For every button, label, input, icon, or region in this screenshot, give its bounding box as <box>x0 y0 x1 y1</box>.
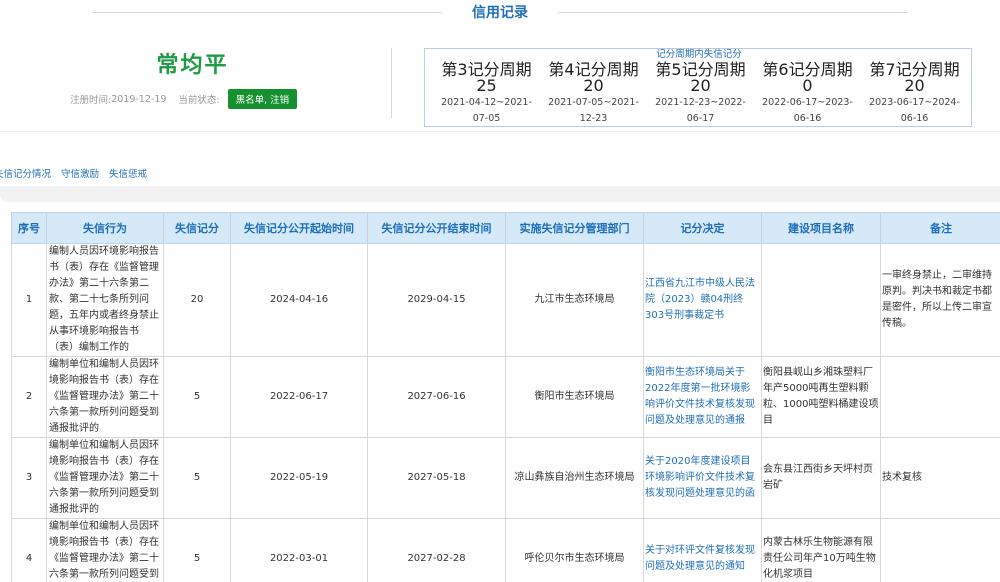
cell-behavior: 编制单位和编制人员因环境影响报告书（表）存在《监督管理办法》第二十六条第一款所列… <box>46 518 164 582</box>
cell-end: 2027-05-18 <box>367 437 506 519</box>
col-header-project: 建设项目名称 <box>761 212 881 244</box>
tab-bar: 失信记分情况 守信激励 失信惩戒 <box>0 166 157 180</box>
col-header-decision: 记分决定 <box>643 212 762 244</box>
person-meta: 注册时间: 2019-12-19 当前状态: 黑名单, 注销 <box>70 89 298 109</box>
period-item: 第7记分周期 20 2023-06-17~2024-06-16 <box>861 61 968 127</box>
cell-dept: 凉山彝族自治州生态环境局 <box>505 437 644 519</box>
vertical-divider <box>391 48 392 118</box>
section-header: 信用记录 <box>0 0 1000 26</box>
cell-decision-link[interactable]: 衡阳市生态环境局关于2022年度第一批环境影响评价文件技术复核发现问题及处理意见… <box>643 356 762 438</box>
cell-start: 2022-06-17 <box>230 356 368 438</box>
cell-note <box>880 518 1000 582</box>
cell-project <box>761 243 881 357</box>
separator <box>0 131 1000 132</box>
register-label: 注册时间: <box>70 95 112 106</box>
period-range: 2022-06-17~2023-06-16 <box>762 97 853 124</box>
period-range: 2021-04-12~2021-07-05 <box>441 97 532 124</box>
cell-decision-link[interactable]: 江西省九江市中级人民法院（2023）赣04刑终303号刑事裁定书 <box>643 243 762 357</box>
section-title: 信用记录 <box>472 5 528 21</box>
period-item: 第5记分周期 20 2021-12-23~2022-06-17 <box>647 61 754 127</box>
table-row: 3 编制单位和编制人员因环境影响报告书（表）存在《监督管理办法》第二十六条第一款… <box>11 437 1000 519</box>
cell-end: 2027-02-28 <box>367 518 506 582</box>
tab-incentives[interactable]: 守信激励 <box>61 166 99 180</box>
cell-start: 2024-04-16 <box>230 243 368 357</box>
cell-no: 3 <box>11 437 47 519</box>
period-range: 2021-12-23~2022-06-17 <box>655 97 746 124</box>
col-header-note: 备注 <box>880 212 1000 244</box>
cell-no: 1 <box>11 243 47 357</box>
cell-behavior: 编制人员因环境影响报告书（表）存在《监督管理办法》第二十六条第二款、第二十七条所… <box>46 243 164 357</box>
cell-note: 一审终身禁止，二审维持原判。判决书和裁定书都是密件，所以上传二审宣传稿。 <box>880 243 1000 357</box>
period-item: 第6记分周期 0 2022-06-17~2023-06-16 <box>754 61 861 127</box>
period-score: 20 <box>583 76 604 95</box>
col-header-no: 序号 <box>11 212 47 244</box>
cell-start: 2022-03-01 <box>230 518 368 582</box>
cell-behavior: 编制单位和编制人员因环境影响报告书（表）存在《监督管理办法》第二十六条第一款所列… <box>46 356 164 438</box>
tab-content-band <box>0 186 1000 202</box>
cell-behavior: 编制单位和编制人员因环境影响报告书（表）存在《监督管理办法》第二十六条第一款所列… <box>46 437 164 519</box>
cell-note <box>880 356 1000 438</box>
table-row: 1 编制人员因环境影响报告书（表）存在《监督管理办法》第二十六条第二款、第二十七… <box>11 243 1000 357</box>
cell-score: 5 <box>163 437 231 519</box>
period-legend-text: 记分周期内失信记分 <box>652 49 746 60</box>
score-table-container: 序号 失信行为 失信记分 失信记分公开起始时间 失信记分公开结束时间 实施失信记… <box>11 212 1000 582</box>
cell-end: 2027-06-16 <box>367 356 506 438</box>
person-name: 常均平 <box>156 53 229 78</box>
period-range: 2021-07-05~2021-12-23 <box>548 97 639 124</box>
col-header-behavior: 失信行为 <box>46 212 164 244</box>
cell-dept: 九江市生态环境局 <box>505 243 644 357</box>
table-row: 4 编制单位和编制人员因环境影响报告书（表）存在《监督管理办法》第二十六条第一款… <box>11 518 1000 582</box>
period-score: 25 <box>476 76 497 95</box>
col-header-start: 失信记分公开起始时间 <box>230 212 368 244</box>
status-label: 当前状态: <box>178 95 220 106</box>
cell-start: 2022-05-19 <box>230 437 368 519</box>
table-row: 2 编制单位和编制人员因环境影响报告书（表）存在《监督管理办法》第二十六条第一款… <box>11 356 1000 438</box>
period-score: 20 <box>904 76 925 95</box>
cell-dept: 衡阳市生态环境局 <box>505 356 644 438</box>
status-badge: 黑名单, 注销 <box>227 89 298 109</box>
cell-project: 衡阳县岘山乡湘珠塑料厂年产5000吨再生塑料颗粒、1000吨塑料桶建设项目 <box>761 356 881 438</box>
cell-score: 20 <box>163 243 231 357</box>
period-score: 0 <box>802 76 813 95</box>
cell-score: 5 <box>163 518 231 582</box>
period-item: 第3记分周期 25 2021-04-12~2021-07-05 <box>433 61 540 127</box>
register-date: 2019-12-19 <box>111 93 167 105</box>
col-header-score: 失信记分 <box>163 212 231 244</box>
period-range: 2023-06-17~2024-06-16 <box>869 97 960 124</box>
cell-dept: 呼伦贝尔市生态环境局 <box>505 518 644 582</box>
tab-penalties[interactable]: 失信惩戒 <box>109 166 147 180</box>
period-item: 第4记分周期 20 2021-07-05~2021-12-23 <box>540 61 647 127</box>
period-list: 第3记分周期 25 2021-04-12~2021-07-05 第4记分周期 2… <box>433 61 973 127</box>
tab-credit-score[interactable]: 失信记分情况 <box>0 166 51 180</box>
period-score-box: 记分周期内失信记分 第3记分周期 25 2021-04-12~2021-07-0… <box>424 48 972 127</box>
cell-decision-link[interactable]: 关于2020年度建设项目环境影响评价文件技术复核发现问题处理意见的函 <box>643 437 762 519</box>
table-header-row: 序号 失信行为 失信记分 失信记分公开起始时间 失信记分公开结束时间 实施失信记… <box>11 212 1000 244</box>
period-score: 20 <box>690 76 711 95</box>
cell-end: 2029-04-15 <box>367 243 506 357</box>
col-header-end: 失信记分公开结束时间 <box>367 212 506 244</box>
col-header-dept: 实施失信记分管理部门 <box>505 212 644 244</box>
score-table: 序号 失信行为 失信记分 失信记分公开起始时间 失信记分公开结束时间 实施失信记… <box>11 212 1000 582</box>
cell-decision-link[interactable]: 关于对环评文件复核发现问题及处理意见的通知 <box>643 518 762 582</box>
cell-note: 技术复核 <box>880 437 1000 519</box>
cell-score: 5 <box>163 356 231 438</box>
cell-no: 2 <box>11 356 47 438</box>
cell-no: 4 <box>11 518 47 582</box>
cell-project: 内蒙古林乐生物能源有限责任公司年产10万吨生物化机浆项目 <box>761 518 881 582</box>
cell-project: 会东县江西街乡天坪村页岩矿 <box>761 437 881 519</box>
period-legend: 记分周期内失信记分 <box>425 42 973 61</box>
